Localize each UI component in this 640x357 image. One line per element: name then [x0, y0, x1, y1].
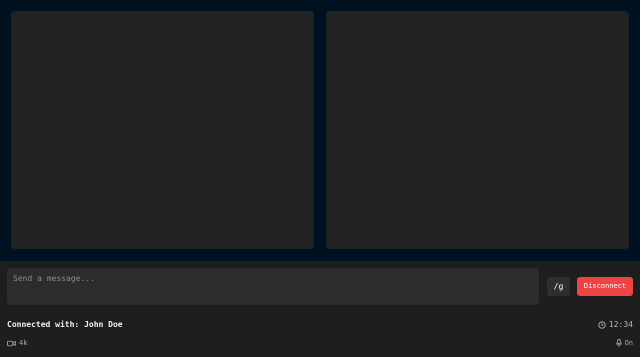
message-input[interactable] — [7, 268, 539, 305]
clock-icon — [598, 320, 606, 329]
local-video-tile — [11, 11, 314, 249]
connection-status: Connected with: John Doe — [7, 320, 123, 329]
mic-status: On — [615, 339, 633, 347]
control-panel: /g Disconnect Connected with: John Doe 1… — [0, 261, 640, 357]
disconnect-button[interactable]: Disconnect — [577, 277, 633, 296]
video-quality: 4k — [7, 339, 27, 347]
mic-value: On — [624, 339, 633, 347]
timer-value: 12:34 — [608, 320, 633, 329]
camera-icon — [7, 340, 16, 347]
command-button[interactable]: /g — [547, 277, 570, 296]
quality-value: 4k — [19, 339, 28, 347]
remote-video-tile — [326, 11, 629, 249]
call-timer: 12:34 — [598, 320, 633, 329]
microphone-icon — [615, 339, 622, 347]
